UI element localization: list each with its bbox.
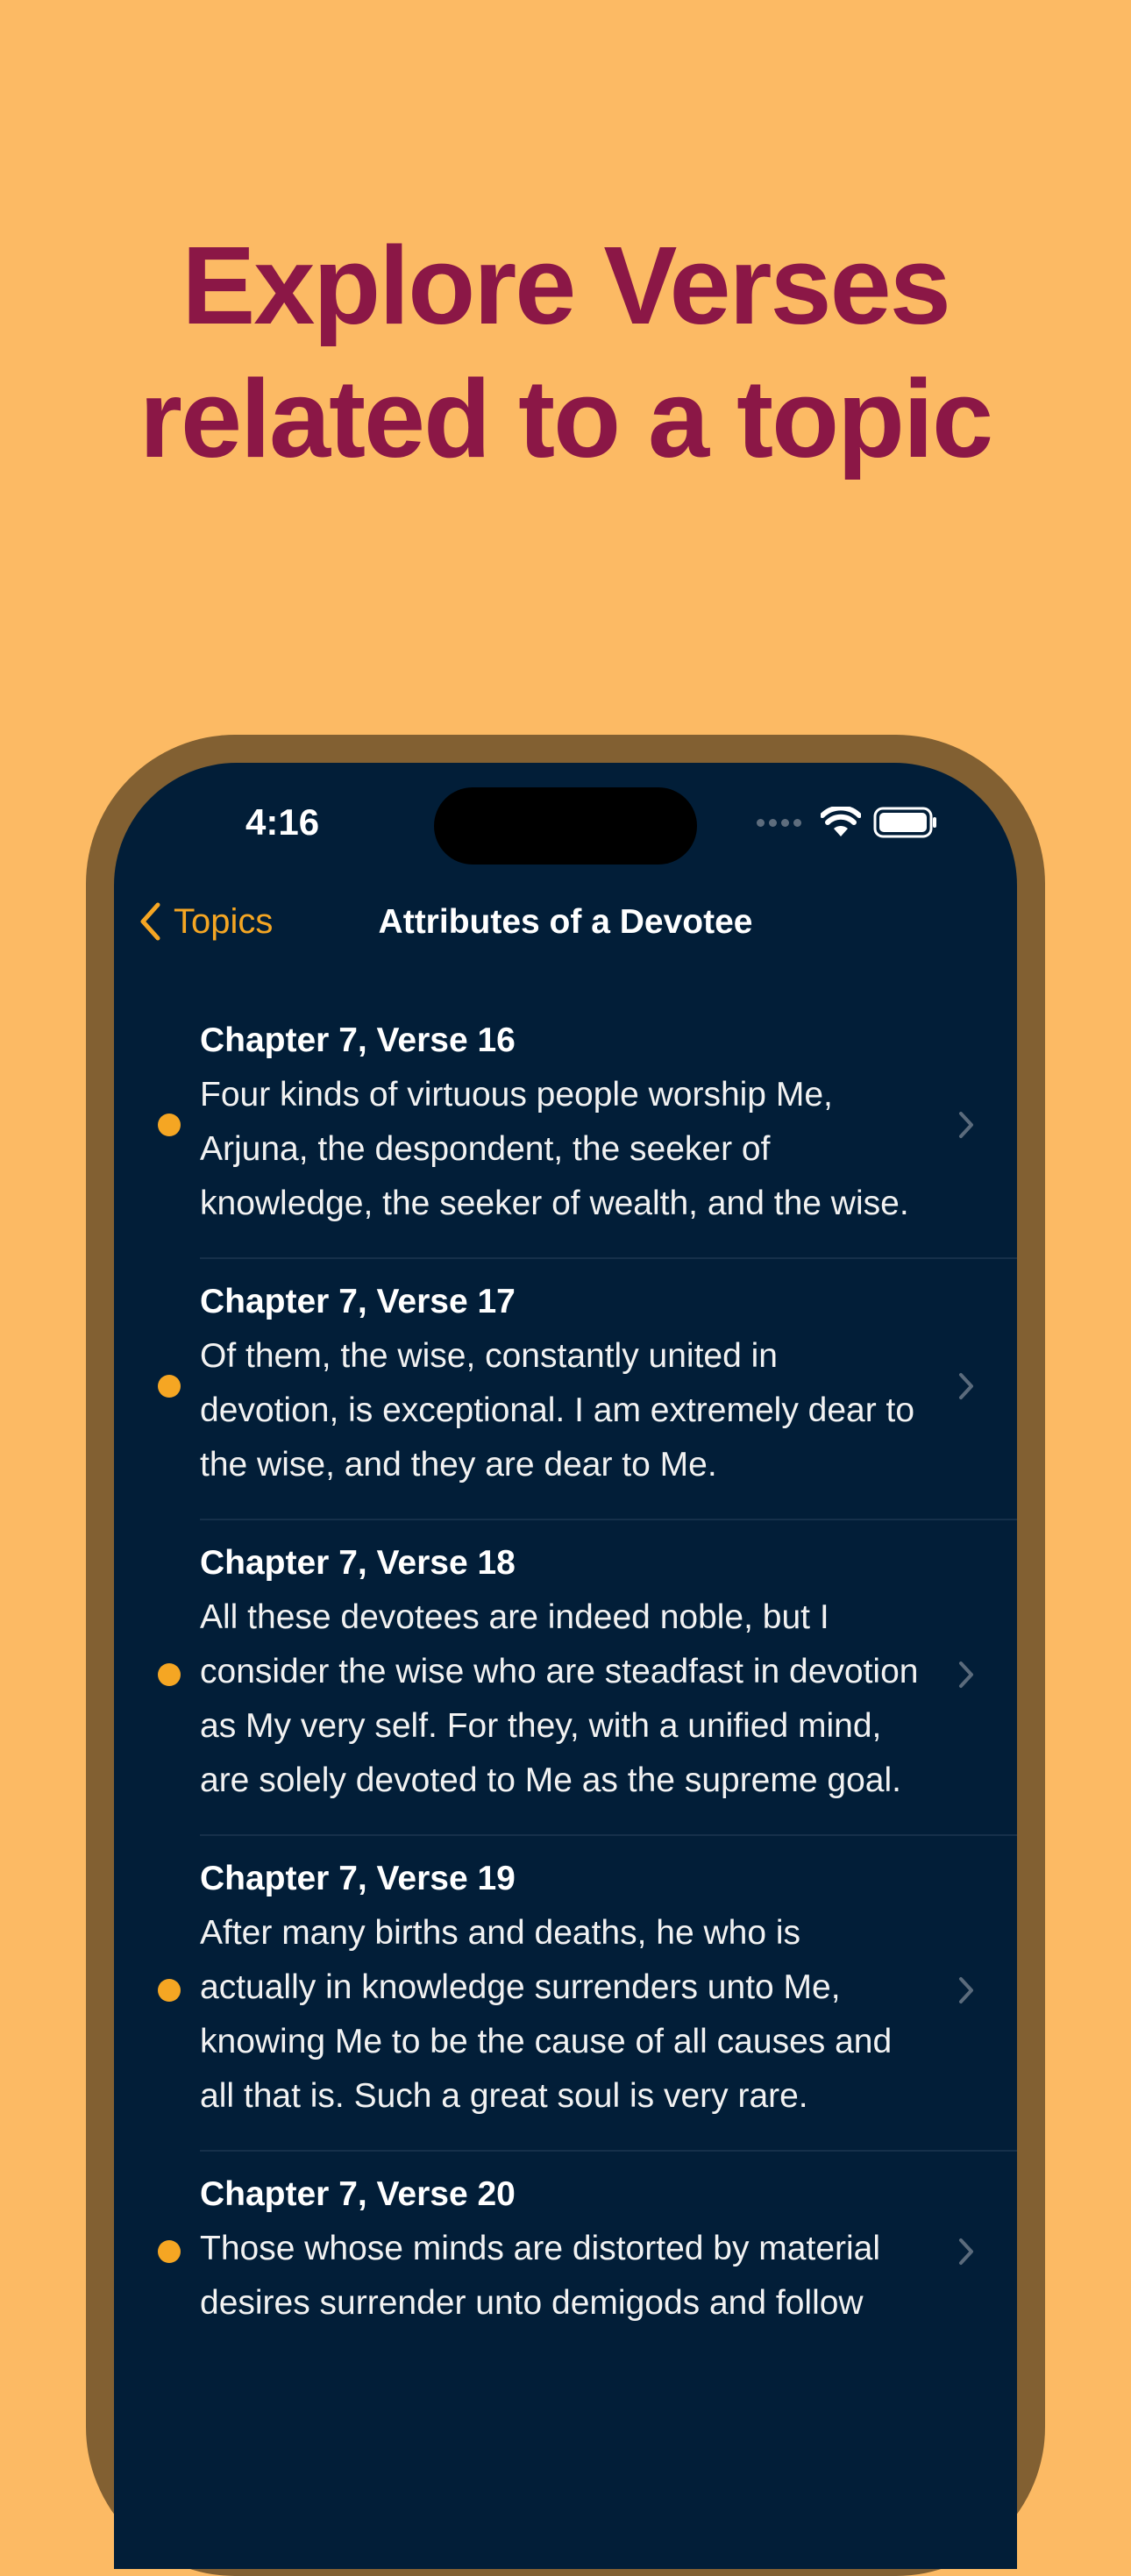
verse-text: Of them, the wise, constantly united in … — [200, 1337, 915, 1484]
unread-dot-icon — [158, 1375, 181, 1398]
navigation-bar: Topics Attributes of a Devotee — [114, 894, 1017, 964]
unread-dot-icon — [158, 1114, 181, 1136]
verse-row[interactable]: Chapter 7, Verse 17 Of them, the wise, c… — [114, 1259, 1017, 1519]
headline-line-1: Explore Verses — [181, 224, 951, 347]
verse-row[interactable]: Chapter 7, Verse 20 Those whose minds ar… — [114, 2152, 1017, 2357]
chevron-right-icon — [959, 1977, 973, 2003]
verse-text: Those whose minds are distorted by mater… — [200, 2230, 881, 2322]
chevron-right-icon — [959, 1112, 973, 1138]
battery-icon — [873, 807, 936, 838]
marketing-headline: Explore Verses related to a topic — [0, 219, 1131, 486]
phone-screen: 4:16 Topics Attributes of a Devotee Chap… — [114, 763, 1017, 2569]
unread-dot-icon — [158, 2240, 181, 2263]
verse-title: Chapter 7, Verse 20 — [200, 2175, 516, 2213]
cellular-signal-icon — [757, 818, 801, 827]
verse-row[interactable]: Chapter 7, Verse 18 All these devotees a… — [114, 1520, 1017, 1834]
verse-text: Four kinds of virtuous people worship Me… — [200, 1076, 909, 1222]
chevron-right-icon — [959, 1373, 973, 1399]
verse-title: Chapter 7, Verse 16 — [200, 1021, 516, 1059]
verse-text: After many births and deaths, he who is … — [200, 1914, 893, 2115]
headline-line-2: related to a topic — [139, 357, 993, 480]
verse-title: Chapter 7, Verse 17 — [200, 1283, 516, 1320]
status-icons — [757, 807, 938, 838]
verse-title: Chapter 7, Verse 18 — [200, 1544, 516, 1582]
unread-dot-icon — [158, 1663, 181, 1686]
chevron-right-icon — [959, 1662, 973, 1688]
unread-dot-icon — [158, 1979, 181, 2002]
verse-list: Chapter 7, Verse 16 Four kinds of virtuo… — [114, 998, 1017, 2357]
verse-text: All these devotees are indeed noble, but… — [200, 1598, 919, 1799]
dynamic-island — [434, 787, 697, 865]
status-time: 4:16 — [245, 801, 320, 843]
verse-row[interactable]: Chapter 7, Verse 16 Four kinds of virtuo… — [114, 998, 1017, 1257]
verse-title: Chapter 7, Verse 19 — [200, 1860, 516, 1897]
wifi-icon — [821, 807, 861, 836]
page-title: Attributes of a Devotee — [378, 903, 753, 941]
verse-row[interactable]: Chapter 7, Verse 19 After many births an… — [114, 1836, 1017, 2150]
chevron-right-icon — [959, 2238, 973, 2265]
